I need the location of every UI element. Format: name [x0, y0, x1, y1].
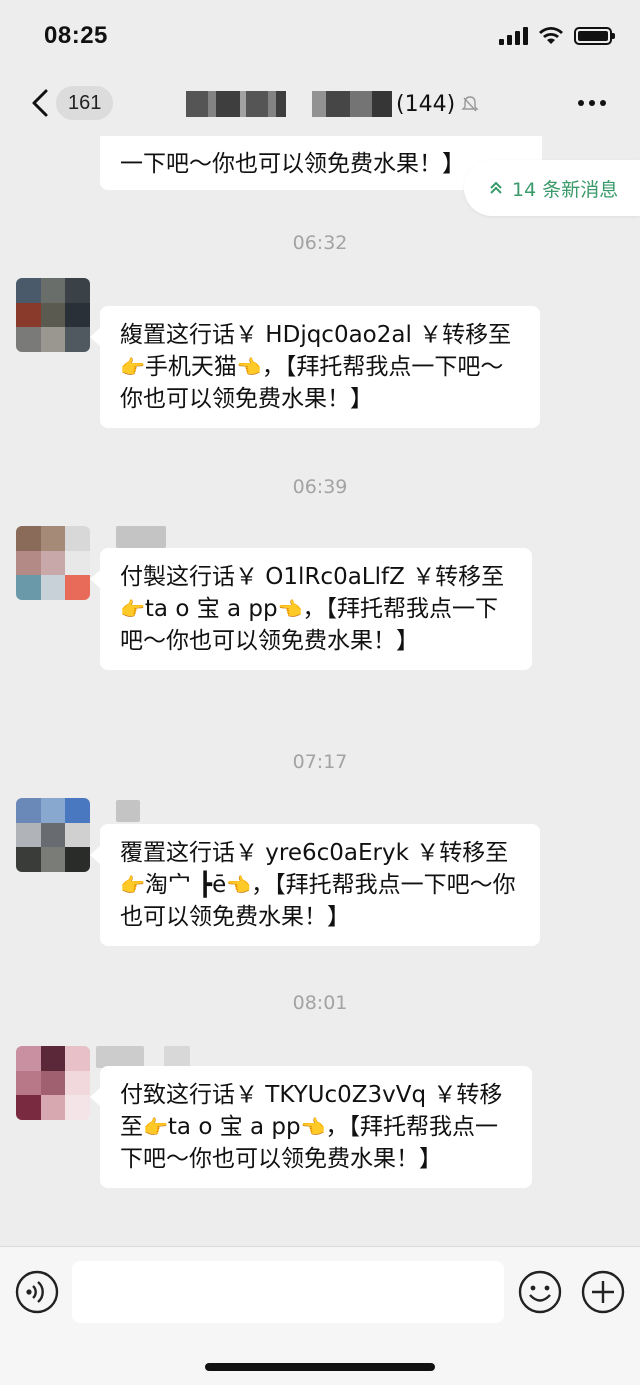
member-count: (144) — [396, 91, 456, 117]
pointing-right-emoji: 👉 — [143, 1115, 168, 1139]
avatar[interactable] — [16, 798, 90, 872]
message-bubble[interactable]: 覆置这行话￥ yre6c0aEryk ￥转移至👉淘宀 ┣ē👈，【拜托帮我点一下吧… — [90, 824, 540, 946]
emoji-icon[interactable] — [517, 1269, 563, 1315]
voice-icon[interactable] — [14, 1269, 60, 1315]
double-chevron-up-icon — [490, 181, 502, 194]
chat-title[interactable]: (144) — [186, 84, 479, 124]
redacted-name — [186, 91, 286, 117]
message-bubble[interactable]: 付製这行话￥ O1lRc0aLlfZ ￥转移至👉ta o 宝 a pp👈，【拜托… — [90, 548, 532, 670]
sender-name-redacted — [164, 1046, 190, 1068]
message-timestamp: 06:39 — [292, 476, 348, 498]
battery-icon — [574, 27, 615, 45]
input-bar — [0, 1246, 640, 1385]
new-messages-pill[interactable]: 14 条新消息 — [464, 160, 640, 216]
wifi-icon — [539, 27, 563, 44]
message-bubble[interactable]: 緮置这行话￥ HDjqc0ao2al ￥转移至👉手机天猫👈，【拜托帮我点一下吧～… — [90, 306, 540, 428]
message-timestamp: 07:17 — [292, 751, 348, 773]
pointing-left-emoji: 👈 — [236, 355, 262, 379]
sender-name-redacted — [116, 526, 166, 548]
avatar[interactable] — [16, 278, 90, 352]
status-bar: 08:25 — [0, 0, 640, 72]
chevron-left-icon[interactable] — [26, 86, 56, 120]
home-indicator — [205, 1363, 435, 1371]
message-input[interactable] — [72, 1261, 504, 1323]
redacted-name — [312, 91, 392, 117]
message-timestamp: 08:01 — [292, 992, 348, 1014]
signal-icon — [499, 27, 528, 45]
message-list[interactable]: 一下吧～你也可以领免费水果！】 14 条新消息 06:32 緮置这行话￥ HDj… — [0, 136, 640, 1246]
unread-count-badge[interactable]: 161 — [56, 86, 114, 120]
plus-icon[interactable] — [580, 1269, 626, 1315]
sender-name-redacted — [96, 1046, 144, 1068]
avatar[interactable] — [16, 1046, 90, 1120]
more-dots-icon[interactable] — [578, 100, 606, 106]
sender-name-redacted — [116, 800, 140, 822]
pointing-right-emoji: 👉 — [120, 597, 145, 621]
pointing-left-emoji: 👈 — [277, 597, 303, 621]
message-timestamp: 06:32 — [292, 232, 348, 254]
avatar[interactable] — [16, 526, 90, 600]
chat-header: 161 (144) — [0, 72, 640, 136]
pointing-right-emoji: 👉 — [120, 873, 145, 897]
pointing-right-emoji: 👉 — [120, 355, 145, 379]
bell-muted-icon — [461, 96, 479, 112]
message-bubble[interactable]: 付致这行话￥ TKYUc0Z3vVq ￥转移至👉ta o 宝 a pp👈，【拜托… — [90, 1066, 532, 1188]
status-time: 08:25 — [44, 22, 108, 49]
status-icons — [499, 26, 615, 46]
pointing-left-emoji: 👈 — [226, 873, 252, 897]
pointing-left-emoji: 👈 — [300, 1115, 326, 1139]
